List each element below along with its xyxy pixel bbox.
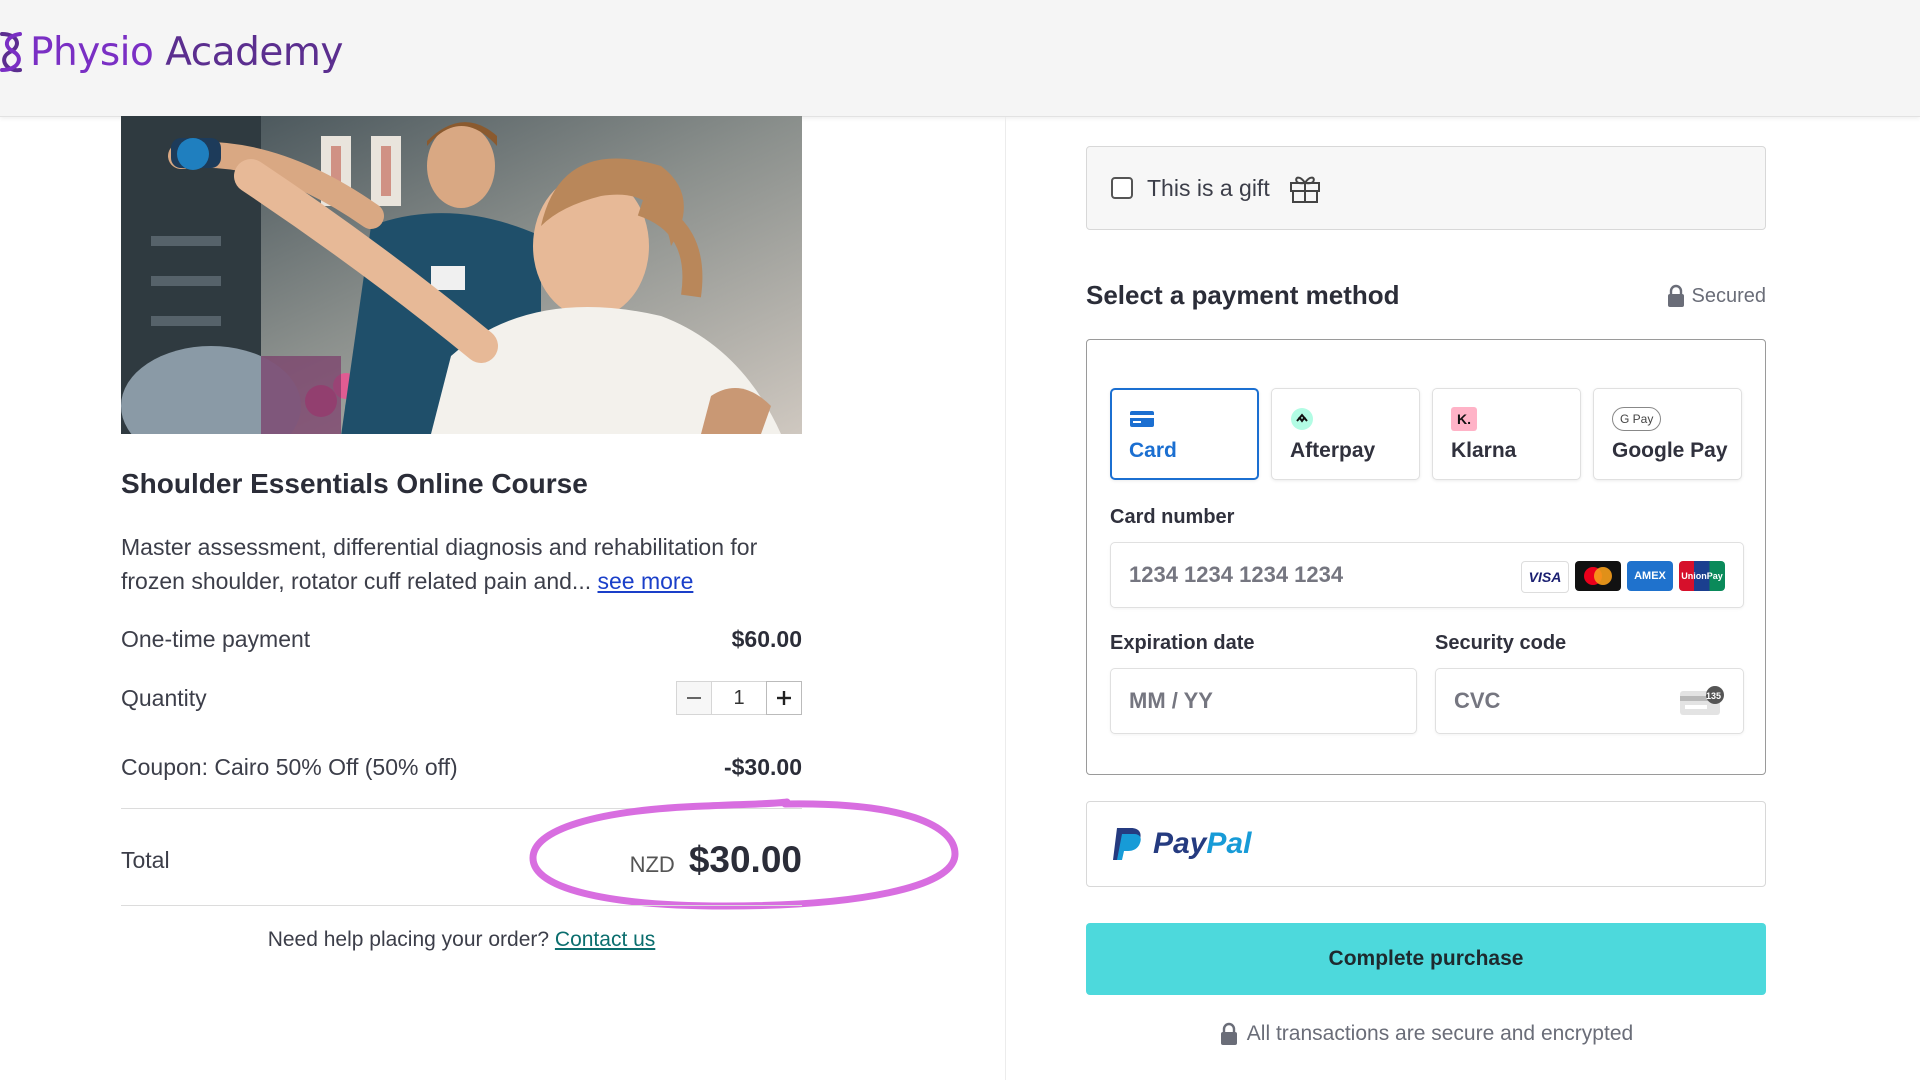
gift-checkbox[interactable] [1111,177,1133,199]
paypal-logo-text: PayPal [1153,827,1251,861]
paypal-option[interactable]: PayPal [1086,801,1766,887]
card-number-field[interactable]: 1234 1234 1234 1234 VISA AMEX UnionPay [1110,542,1744,608]
payment-row: One-time payment $60.00 [121,624,802,654]
help-text: Need help placing your order? Contact us [121,928,802,952]
security-code-label: Security code [1435,632,1567,654]
secure-transactions-note: All transactions are secure and encrypte… [1086,1022,1766,1046]
quantity-input[interactable]: 1 [712,681,766,715]
logo-word-academy: Academy [165,29,343,75]
mastercard-icon [1575,561,1621,591]
course-image [121,116,802,434]
logo-word-physio: Physio [30,29,154,75]
cvc-card-icon: 135 [1679,685,1725,723]
visa-icon: VISA [1521,561,1569,593]
expiration-date-field[interactable]: MM / YY [1110,668,1417,734]
payment-form: Card Afterpay K. Klarna G Pay Google Pay… [1086,339,1766,775]
secure-note-text: All transactions are secure and encrypte… [1246,1022,1634,1045]
gift-label: This is a gift [1147,174,1270,201]
afterpay-icon [1290,407,1419,431]
course-title: Shoulder Essentials Online Course [121,468,588,499]
site-header: Physio Academy [0,0,1920,117]
column-divider [1005,117,1006,1080]
paypal-word-pal: Pal [1206,827,1252,860]
logo-text: Physio Academy [30,30,343,75]
total-value: $30.00 [688,839,802,880]
tab-klarna-label: Klarna [1451,439,1517,462]
tab-google-pay[interactable]: G Pay Google Pay [1593,388,1742,480]
amex-icon: AMEX [1627,561,1673,591]
gift-option[interactable]: This is a gift [1086,146,1766,230]
total-currency: NZD [629,852,675,877]
tab-afterpay[interactable]: Afterpay [1271,388,1420,480]
contact-us-link[interactable]: Contact us [555,928,655,951]
security-code-placeholder: CVC [1454,688,1501,713]
paypal-word-pay: Pay [1153,827,1207,860]
card-brands: VISA AMEX UnionPay [1521,561,1725,593]
expiration-date-placeholder: MM / YY [1129,688,1213,713]
logo[interactable]: Physio Academy [0,26,343,78]
course-photo-illustration [121,116,802,434]
unionpay-icon: UnionPay [1679,561,1725,591]
payment-method-tabs: Card Afterpay K. Klarna G Pay Google Pay [1110,388,1742,480]
klarna-icon: K. [1451,407,1580,431]
plus-icon [777,691,791,705]
coupon-label: Coupon: Cairo 50% Off (50% off) [121,753,458,780]
help-label: Need help placing your order? [267,928,550,951]
logo-mark-icon [0,32,22,73]
google-pay-badge: G Pay [1612,407,1662,431]
secured-badge: Secured [1660,284,1766,308]
card-icon [1129,407,1257,431]
payment-label: One-time payment [121,625,311,652]
card-number-label: Card number [1110,506,1235,528]
total-amount: NZD $30.00 [630,839,802,881]
minus-icon [687,697,701,699]
total-label: Total [121,846,170,873]
complete-purchase-button[interactable]: Complete purchase [1086,923,1766,995]
klarna-badge: K. [1451,407,1477,431]
divider [121,808,802,809]
quantity-row: Quantity 1 [121,680,802,716]
decrease-quantity-button[interactable] [676,681,712,715]
quantity-label: Quantity [121,684,207,711]
google-pay-icon: G Pay [1612,407,1741,431]
total-row: Total NZD $30.00 [121,838,802,882]
quantity-stepper: 1 [676,681,802,715]
tab-afterpay-label: Afterpay [1290,439,1376,462]
coupon-value: -$30.00 [723,753,802,780]
see-more-link[interactable]: see more [598,568,694,594]
card-number-placeholder: 1234 1234 1234 1234 [1129,562,1344,587]
payment-method-title: Select a payment method [1086,280,1400,310]
secured-label: Secured [1691,284,1767,307]
security-code-field[interactable]: CVC 135 [1435,668,1744,734]
expiration-date-label: Expiration date [1110,632,1255,654]
course-description: Master assessment, differential diagnosi… [121,530,821,598]
paypal-icon [1113,828,1141,860]
cvc-badge: 135 [1705,691,1721,701]
coupon-row: Coupon: Cairo 50% Off (50% off) -$30.00 [121,752,802,782]
increase-quantity-button[interactable] [766,681,802,715]
tab-klarna[interactable]: K. Klarna [1432,388,1581,480]
gift-icon [1289,176,1320,203]
lock-icon [1220,1022,1237,1045]
tab-google-pay-label: Google Pay [1612,439,1728,462]
tab-card[interactable]: Card [1110,388,1259,480]
lock-icon [1667,284,1684,307]
divider [121,905,802,906]
payment-value: $60.00 [731,625,802,652]
tab-card-label: Card [1129,439,1177,462]
